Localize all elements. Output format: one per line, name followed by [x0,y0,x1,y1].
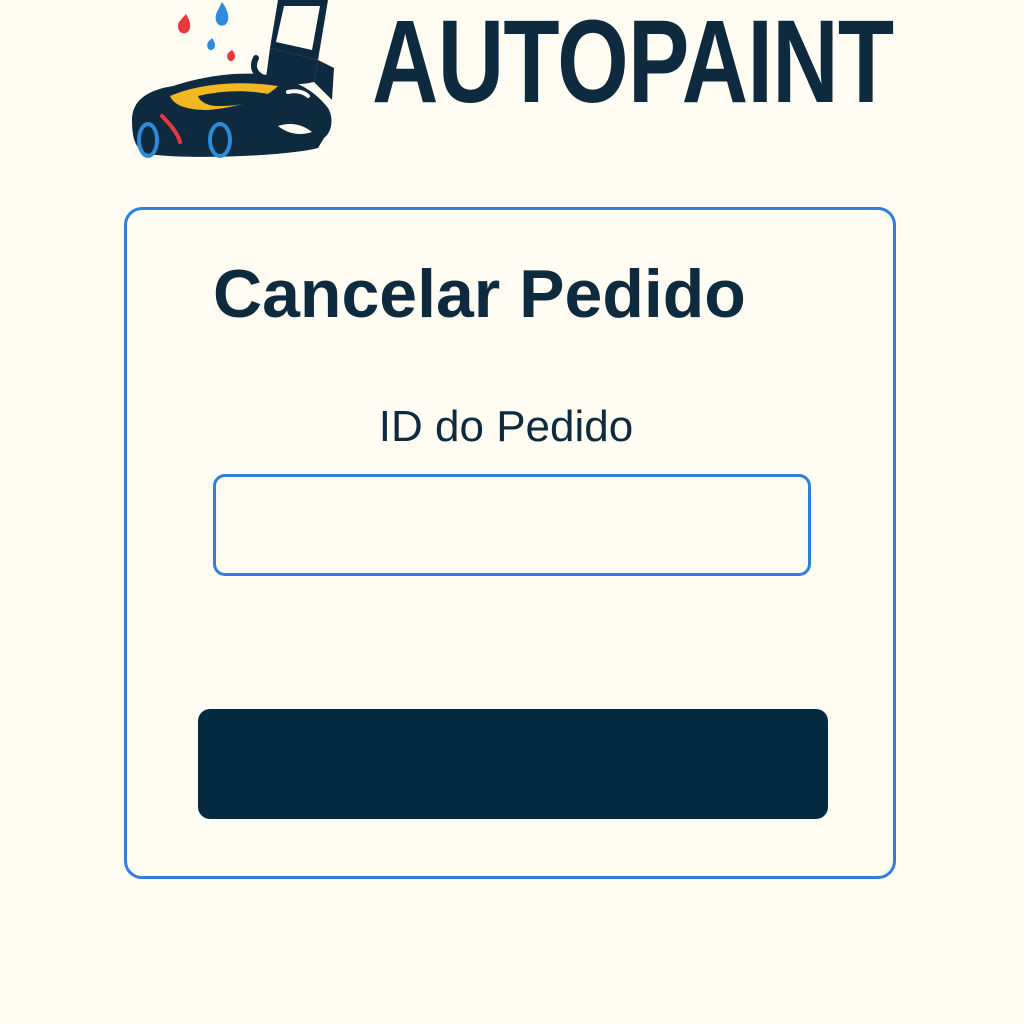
cancel-order-button[interactable] [198,709,828,819]
page: AUTOPAINT Cancelar Pedido ID do Pedido [0,0,1024,1024]
car-paint-spray-icon [132,0,334,158]
order-id-input[interactable] [213,474,811,576]
cancel-order-card: Cancelar Pedido ID do Pedido [124,207,896,879]
order-id-label: ID do Pedido [378,402,634,451]
header: AUTOPAINT [0,0,1024,170]
brand-name: AUTOPAINT [372,0,894,128]
page-title: Cancelar Pedido [213,256,746,332]
